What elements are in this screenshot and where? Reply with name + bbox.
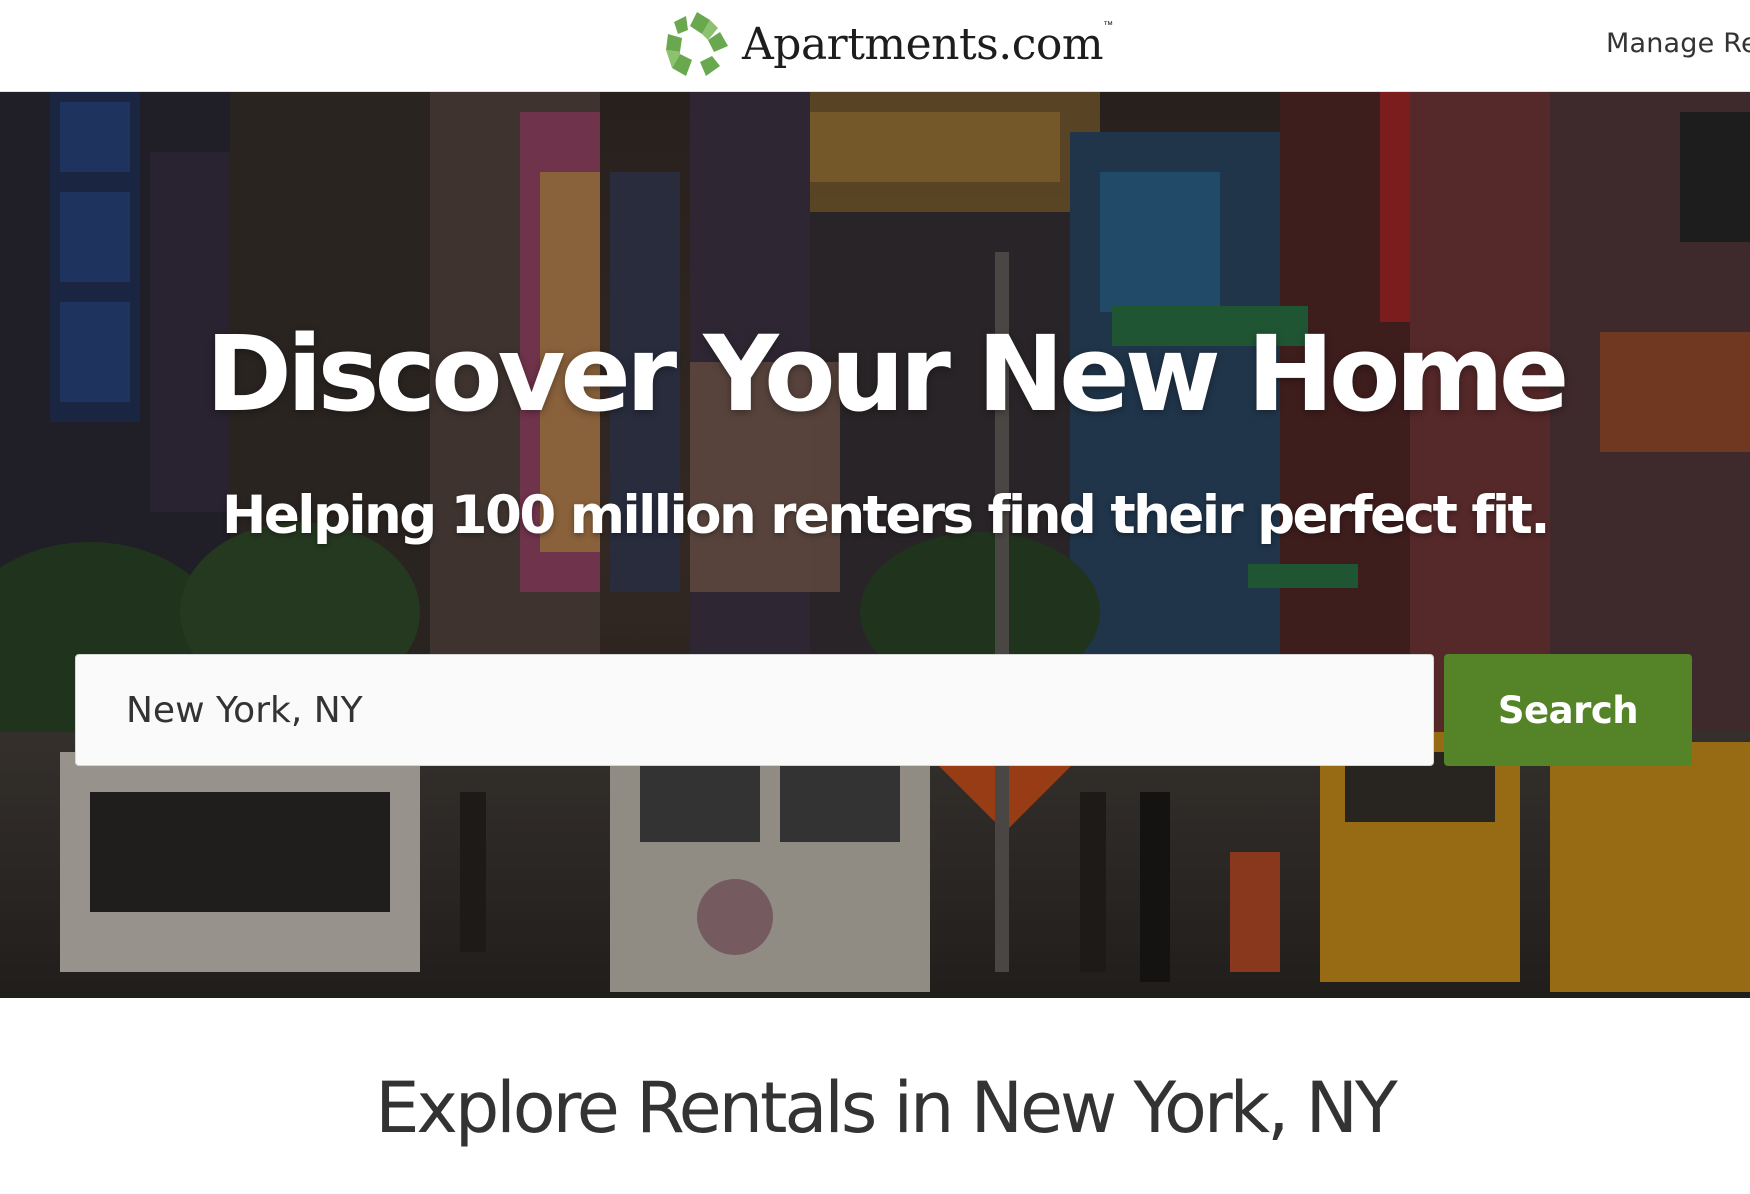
site-header: Apartments.com ™ Manage Rentals: [0, 0, 1750, 92]
hero-title: Discover Your New Home: [205, 313, 1570, 435]
manage-rentals-link[interactable]: Manage Rentals: [1606, 28, 1750, 59]
hero-section: Discover Your New Home Helping 100 milli…: [0, 92, 1750, 998]
apartments-logo[interactable]: Apartments.com ™: [662, 8, 1113, 82]
explore-rentals-heading: Explore Rentals in New York, NY: [375, 1067, 1398, 1149]
search-button[interactable]: Search: [1444, 654, 1692, 766]
hero-subtitle: Helping 100 million renters find their p…: [221, 485, 1551, 546]
logo-trademark: ™: [1103, 20, 1114, 31]
apartments-logo-icon: [666, 12, 728, 76]
logo-wordmark: Apartments.com: [742, 19, 1104, 70]
location-search-input[interactable]: [75, 654, 1434, 766]
